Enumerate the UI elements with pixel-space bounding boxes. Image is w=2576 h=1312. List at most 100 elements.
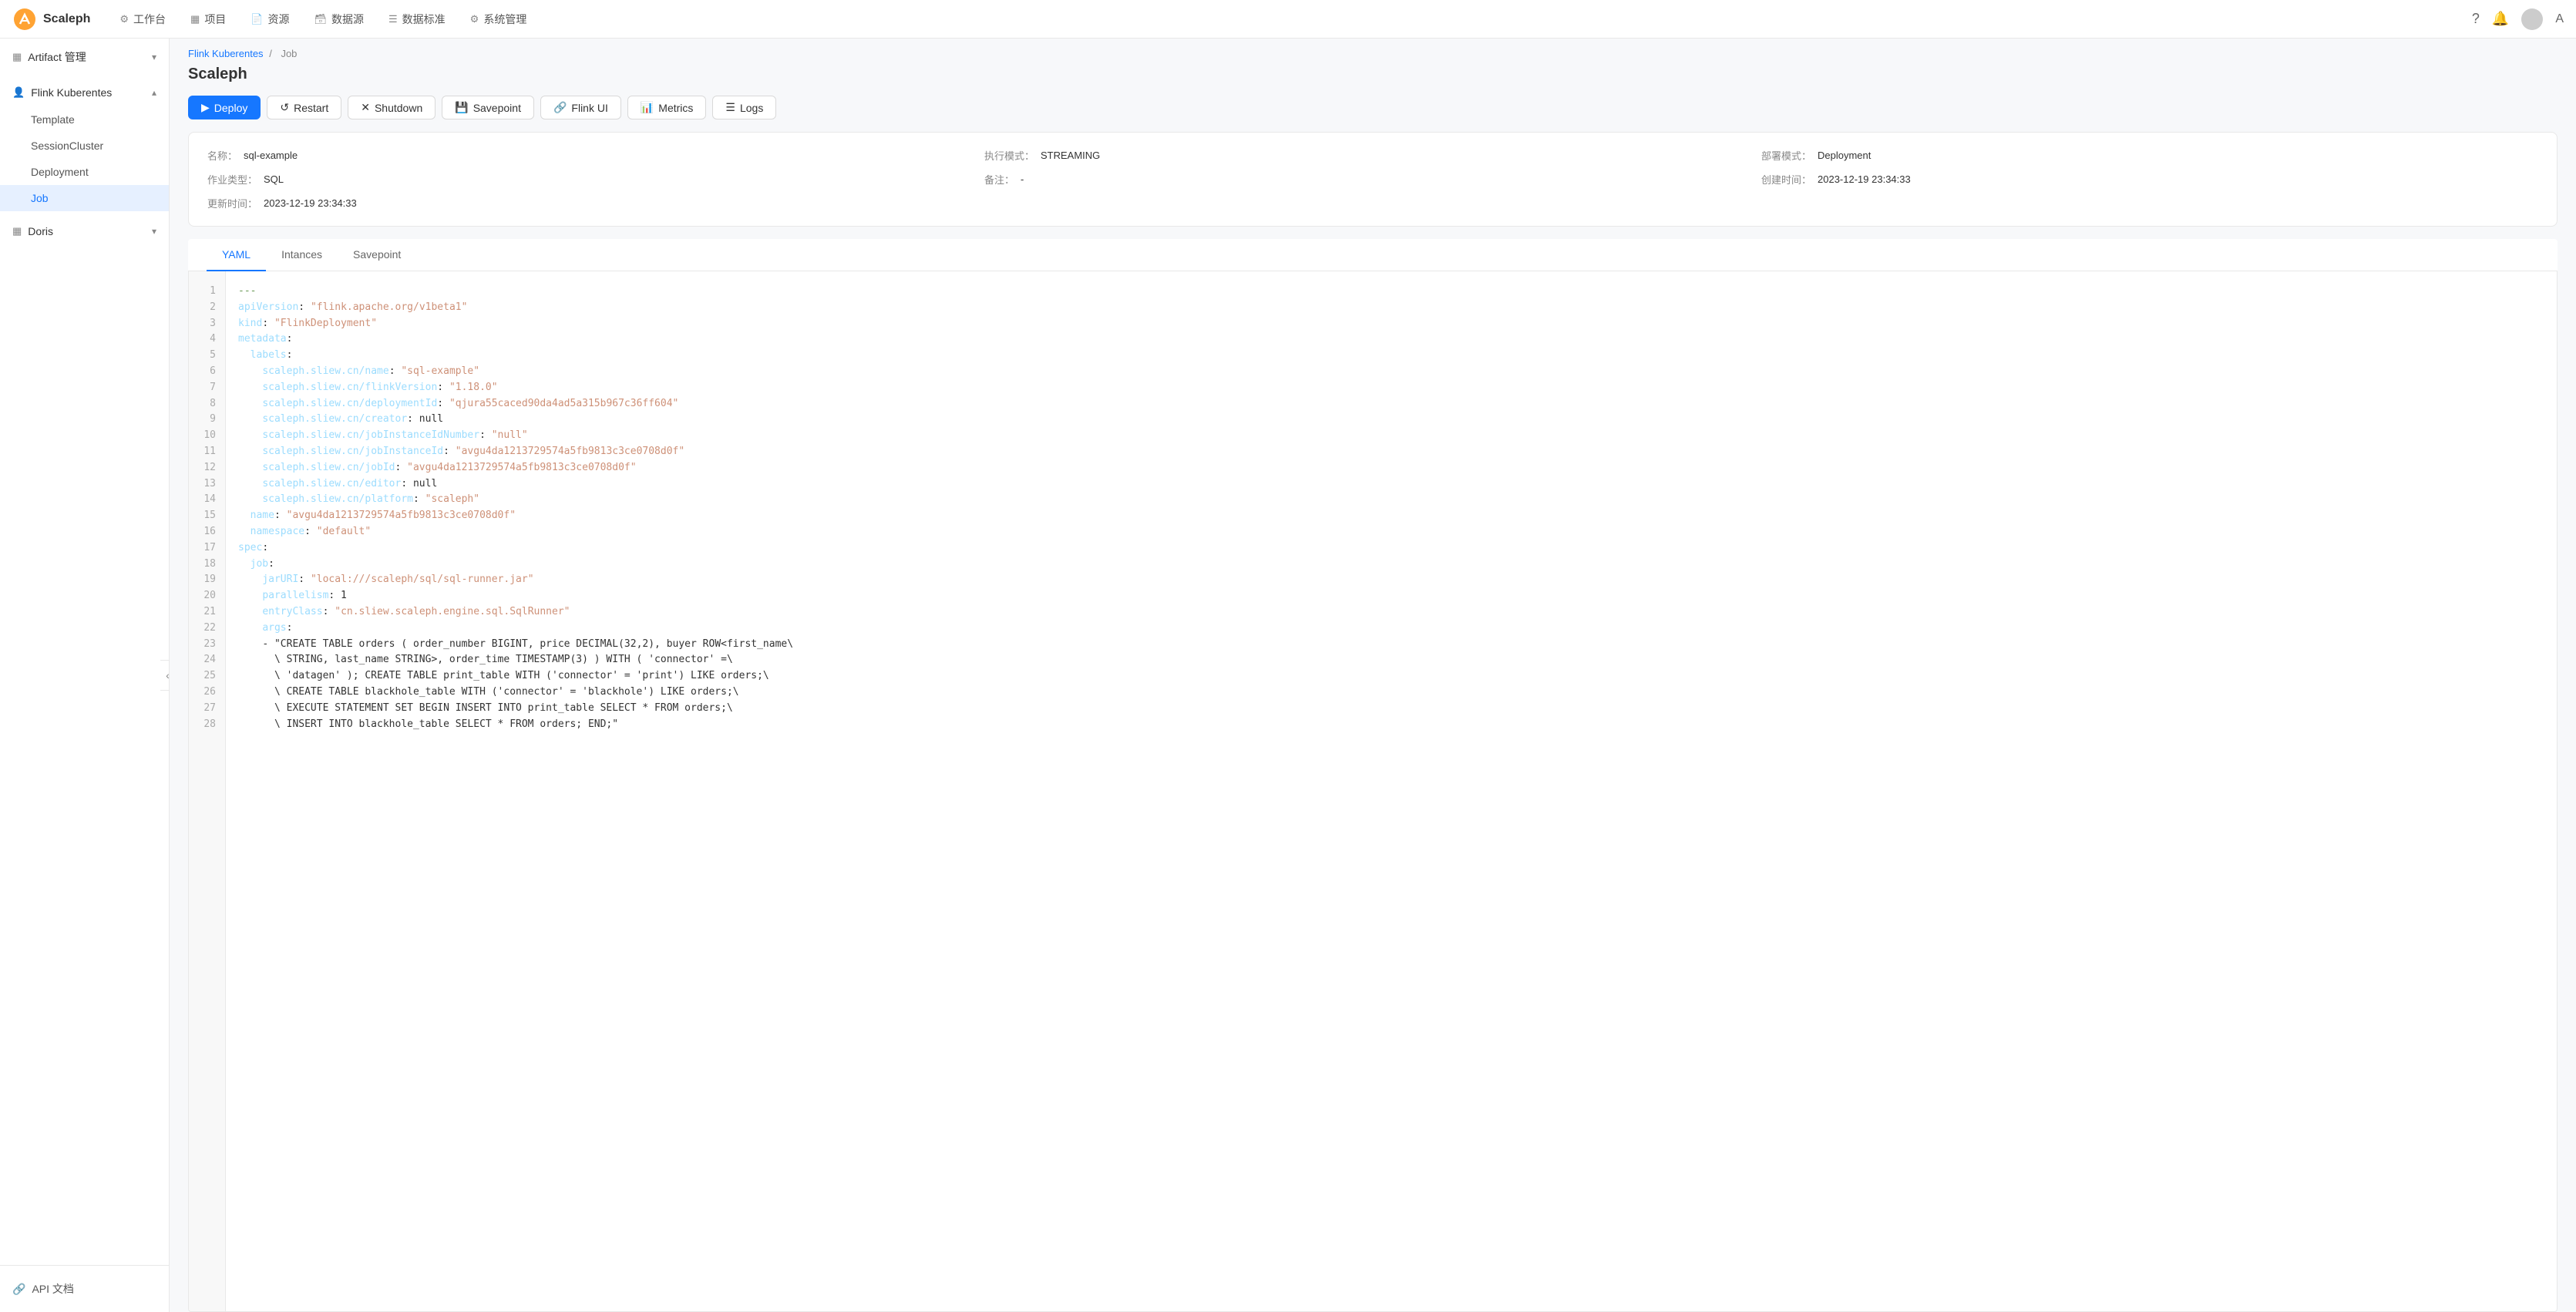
line-number: 15 bbox=[189, 508, 225, 524]
line-number: 27 bbox=[189, 701, 225, 717]
line-number: 26 bbox=[189, 685, 225, 701]
metrics-icon: 📊 bbox=[641, 101, 654, 114]
line-number: 24 bbox=[189, 652, 225, 668]
api-docs-icon: 🔗 bbox=[12, 1283, 25, 1296]
code-line: - "CREATE TABLE orders ( order_number BI… bbox=[238, 637, 2557, 653]
toolbar: ▶ Deploy ↺ Restart ✕ Shutdown 💾 Savepoin… bbox=[170, 96, 2576, 132]
page-title: Scaleph bbox=[188, 66, 2558, 83]
tab-savepoint[interactable]: Savepoint bbox=[338, 239, 416, 271]
code-line: \ 'datagen' ); CREATE TABLE print_table … bbox=[238, 668, 2557, 685]
line-number: 12 bbox=[189, 460, 225, 476]
metrics-button[interactable]: 📊 Metrics bbox=[627, 96, 707, 119]
tab-instances[interactable]: Intances bbox=[266, 239, 338, 271]
line-number: 1 bbox=[189, 284, 225, 300]
meta-deploy-mode-row: 部署模式： Deployment bbox=[1761, 148, 2538, 163]
sidebar-item-deployment[interactable]: Deployment bbox=[0, 159, 169, 185]
sidebar-item-sessioncluster[interactable]: SessionCluster bbox=[0, 133, 169, 159]
nav-datasource[interactable]: 🗃 数据源 bbox=[304, 5, 375, 33]
code-line: \ EXECUTE STATEMENT SET BEGIN INSERT INT… bbox=[238, 701, 2557, 717]
sidebar-artifact-label: Artifact 管理 bbox=[28, 49, 86, 65]
sidebar-header-flink[interactable]: 👤 Flink Kuberentes ▴ bbox=[0, 79, 169, 106]
code-line: scaleph.sliew.cn/flinkVersion: "1.18.0" bbox=[238, 380, 2557, 396]
nav-datastandard-label: 数据标准 bbox=[402, 12, 446, 27]
sidebar-header-doris[interactable]: ▦ Doris ▾ bbox=[0, 217, 169, 245]
tab-yaml[interactable]: YAML bbox=[207, 239, 266, 271]
line-number: 13 bbox=[189, 476, 225, 493]
tabs: YAML Intances Savepoint bbox=[188, 239, 2558, 271]
meta-job-type-label: 作业类型： bbox=[207, 172, 257, 187]
flink-ui-button[interactable]: 🔗 Flink UI bbox=[540, 96, 621, 119]
nav-resource-label: 资源 bbox=[268, 12, 290, 27]
sidebar: ▦ Artifact 管理 ▾ 👤 Flink Kuberentes ▴ Tem… bbox=[0, 39, 170, 1312]
nav-sysadmin-label: 系统管理 bbox=[483, 12, 526, 27]
nav-project[interactable]: ▦ 项目 bbox=[180, 5, 237, 33]
line-number: 20 bbox=[189, 588, 225, 604]
logs-button[interactable]: ☰ Logs bbox=[712, 96, 776, 119]
line-number: 14 bbox=[189, 492, 225, 508]
nav-datastandard[interactable]: ☰ 数据标准 bbox=[378, 5, 456, 33]
help-icon[interactable]: ? bbox=[2472, 11, 2480, 27]
code-line: scaleph.sliew.cn/jobId: "avgu4da12137295… bbox=[238, 460, 2557, 476]
logo-icon bbox=[12, 7, 37, 32]
shutdown-icon: ✕ bbox=[361, 101, 370, 114]
meta-job-type-value: SQL bbox=[264, 173, 284, 185]
nav-workspace[interactable]: ⚙ 工作台 bbox=[109, 5, 177, 33]
resource-icon: 📄 bbox=[251, 13, 263, 25]
language-icon[interactable]: A bbox=[2555, 12, 2564, 26]
sidebar-header-artifact[interactable]: ▦ Artifact 管理 ▾ bbox=[0, 42, 169, 72]
breadcrumb-parent[interactable]: Flink Kuberentes bbox=[188, 48, 264, 59]
nav-project-label: 项目 bbox=[204, 12, 226, 27]
card-meta: 名称： sql-example 执行模式： STREAMING 部署模式： De… bbox=[189, 133, 2557, 226]
line-number: 6 bbox=[189, 364, 225, 380]
sidebar-doris-label: Doris bbox=[28, 225, 53, 237]
logo-text: Scaleph bbox=[43, 12, 90, 26]
sidebar-collapse-button[interactable]: ‹ bbox=[160, 660, 170, 691]
shutdown-button[interactable]: ✕ Shutdown bbox=[348, 96, 435, 119]
api-docs-link[interactable]: 🔗 API 文档 bbox=[12, 1275, 156, 1303]
meta-remark-row: 备注： - bbox=[984, 172, 1761, 187]
meta-name-row: 名称： sql-example bbox=[207, 148, 984, 163]
shutdown-label: Shutdown bbox=[375, 102, 422, 114]
breadcrumb-current: Job bbox=[281, 48, 297, 59]
savepoint-button[interactable]: 💾 Savepoint bbox=[442, 96, 534, 119]
logs-label: Logs bbox=[740, 102, 763, 114]
restart-label: Restart bbox=[294, 102, 328, 114]
code-lines: ---apiVersion: "flink.apache.org/v1beta1… bbox=[226, 271, 2557, 1311]
flink-arrow: ▴ bbox=[152, 87, 156, 98]
deploy-button[interactable]: ▶ Deploy bbox=[188, 96, 261, 119]
sidebar-section-flink: 👤 Flink Kuberentes ▴ Template SessionClu… bbox=[0, 76, 169, 214]
logo[interactable]: Scaleph bbox=[12, 7, 90, 32]
line-number: 5 bbox=[189, 348, 225, 364]
sidebar-item-template[interactable]: Template bbox=[0, 106, 169, 133]
meta-create-time-row: 创建时间： 2023-12-19 23:34:33 bbox=[1761, 172, 2538, 187]
flink-ui-label: Flink UI bbox=[571, 102, 607, 114]
code-line: scaleph.sliew.cn/deploymentId: "qjura55c… bbox=[238, 396, 2557, 412]
doris-arrow: ▾ bbox=[152, 226, 156, 237]
meta-job-type-row: 作业类型： SQL bbox=[207, 172, 984, 187]
code-line: scaleph.sliew.cn/platform: "scaleph" bbox=[238, 492, 2557, 508]
meta-create-time-value: 2023-12-19 23:34:33 bbox=[1818, 173, 1911, 185]
notification-icon[interactable]: 🔔 bbox=[2492, 11, 2509, 27]
nav-items: ⚙ 工作台 ▦ 项目 📄 资源 🗃 数据源 ☰ 数据标准 ⚙ 系统管理 bbox=[109, 5, 2472, 33]
nav-sysadmin[interactable]: ⚙ 系统管理 bbox=[459, 5, 538, 33]
line-number: 21 bbox=[189, 604, 225, 621]
meta-exec-mode-row: 执行模式： STREAMING bbox=[984, 148, 1761, 163]
nav-resource[interactable]: 📄 资源 bbox=[240, 5, 300, 33]
workspace-icon: ⚙ bbox=[119, 13, 129, 25]
code-line: args: bbox=[238, 621, 2557, 637]
code-line: entryClass: "cn.sliew.scaleph.engine.sql… bbox=[238, 604, 2557, 621]
sysadmin-icon: ⚙ bbox=[470, 13, 479, 25]
meta-exec-mode-label: 执行模式： bbox=[984, 148, 1034, 163]
restart-button[interactable]: ↺ Restart bbox=[267, 96, 341, 119]
code-line: labels: bbox=[238, 348, 2557, 364]
logs-icon: ☰ bbox=[725, 101, 735, 114]
line-number: 7 bbox=[189, 380, 225, 396]
code-container[interactable]: 1234567891011121314151617181920212223242… bbox=[188, 271, 2558, 1312]
user-avatar[interactable] bbox=[2521, 8, 2543, 30]
line-numbers: 1234567891011121314151617181920212223242… bbox=[189, 271, 226, 1311]
line-number: 11 bbox=[189, 444, 225, 460]
project-icon: ▦ bbox=[190, 13, 200, 25]
deploy-label: Deploy bbox=[214, 102, 248, 114]
sidebar-item-job[interactable]: Job bbox=[0, 185, 169, 211]
line-number: 8 bbox=[189, 396, 225, 412]
